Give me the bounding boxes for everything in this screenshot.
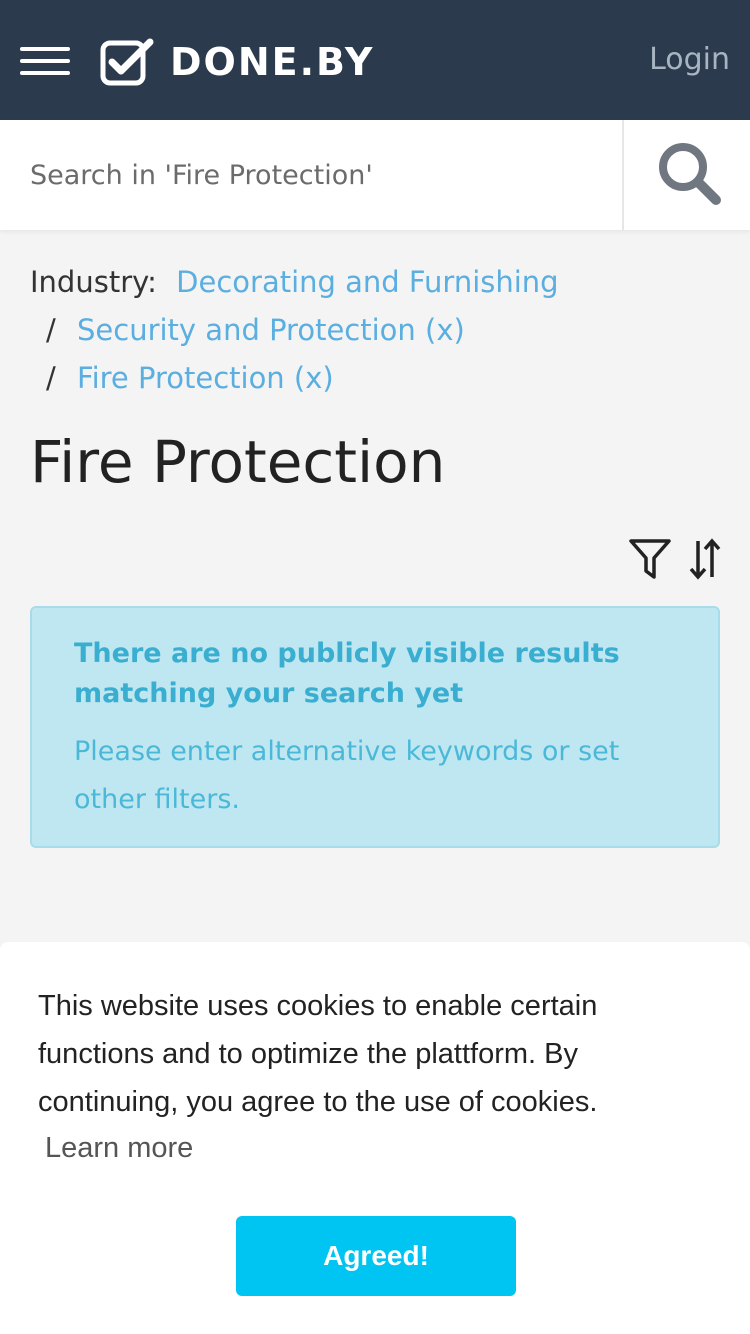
checkbox-check-icon [100,38,154,86]
top-navbar: DONE.BY Login [0,0,750,120]
funnel-filter-icon[interactable] [628,538,672,580]
learn-more-link[interactable]: Learn more [45,1132,193,1165]
alert-title: There are no publicly visible results ma… [74,638,620,709]
login-link[interactable]: Login [649,42,730,77]
logo-text: DONE.BY [170,40,375,84]
sort-arrows-icon[interactable] [688,538,722,580]
breadcrumb-separator: / [46,361,56,395]
page-title: Fire Protection [30,428,446,496]
cookie-banner: This website uses cookies to enable cert… [0,942,750,1334]
search-input[interactable] [0,120,622,230]
search-button[interactable] [622,120,750,230]
breadcrumb-item-security[interactable]: Security and Protection (x) [77,313,465,347]
cookie-text: This website uses cookies to enable cert… [38,990,598,1118]
hamburger-menu-icon[interactable] [20,43,70,79]
breadcrumb: Industry: Decorating and Furnishing / Se… [30,258,730,402]
breadcrumb-item-decorating[interactable]: Decorating and Furnishing [176,265,558,299]
breadcrumb-item-fire-protection[interactable]: Fire Protection (x) [77,361,334,395]
breadcrumb-separator: / [46,313,56,347]
breadcrumb-label: Industry: [30,265,157,299]
alert-text: Please enter alternative keywords or set… [74,736,620,815]
no-results-alert: There are no publicly visible results ma… [30,606,720,848]
search-icon [659,143,721,205]
search-bar [0,120,750,230]
agree-button[interactable]: Agreed! [236,1216,516,1296]
